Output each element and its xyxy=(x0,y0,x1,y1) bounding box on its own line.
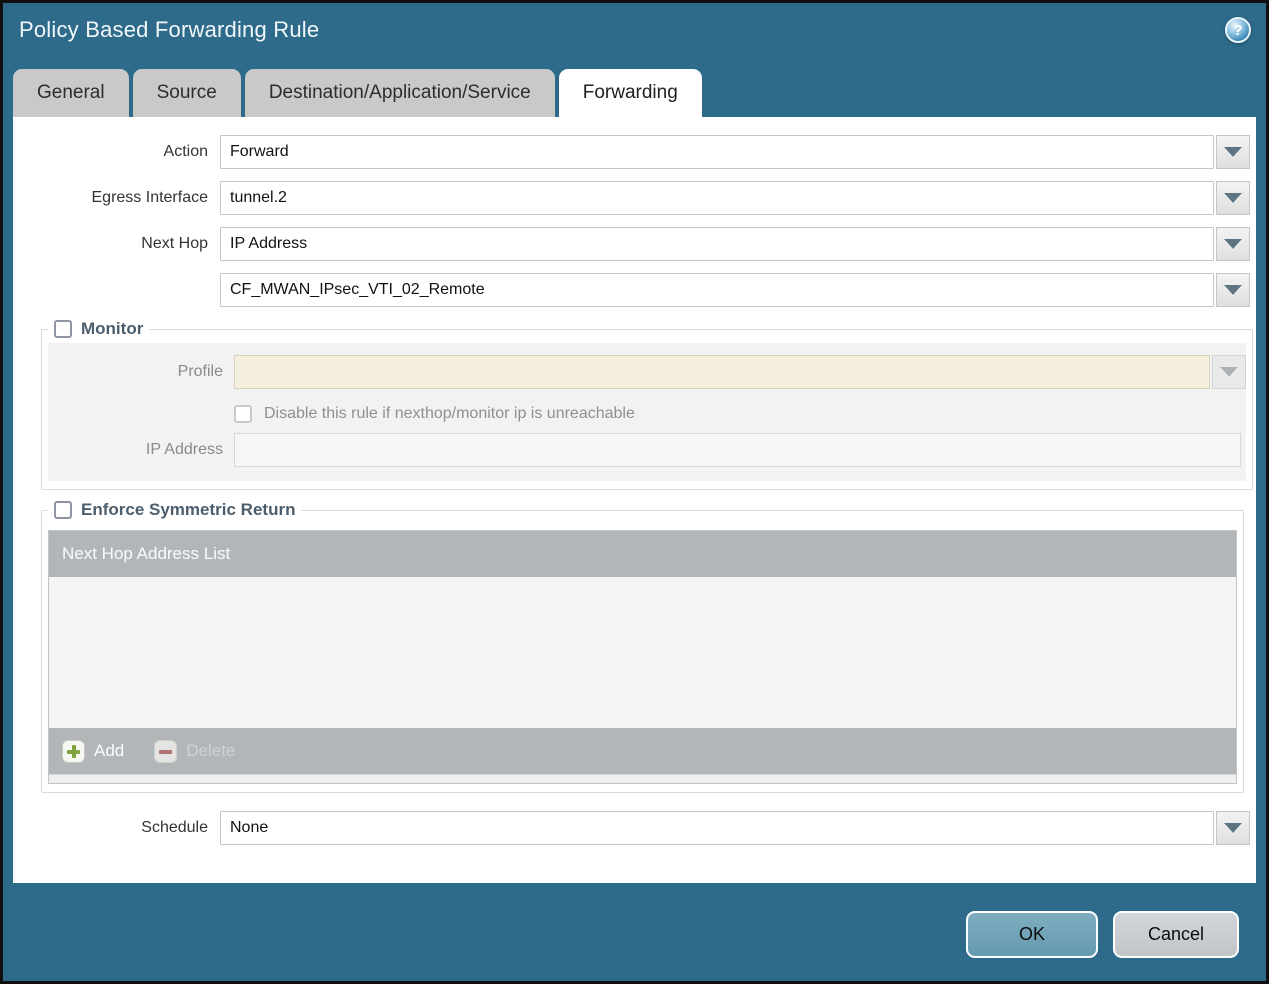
egress-interface-input[interactable] xyxy=(220,181,1214,215)
next-hop-label: Next Hop xyxy=(141,235,208,252)
disable-rule-label: Disable this rule if nexthop/monitor ip … xyxy=(264,405,635,422)
action-input[interactable] xyxy=(220,135,1214,169)
enforce-symmetric-return-fieldset: Enforce Symmetric Return Next Hop Addres… xyxy=(41,500,1244,793)
add-button[interactable]: Add xyxy=(62,739,125,763)
monitor-legend-label: Monitor xyxy=(81,319,144,338)
enforce-symmetric-return-checkbox[interactable] xyxy=(54,501,72,519)
ok-button[interactable]: OK xyxy=(966,911,1098,958)
chevron-down-icon xyxy=(1224,147,1242,157)
action-dropdown-button[interactable] xyxy=(1216,135,1250,169)
monitor-ip-address-input xyxy=(234,433,1241,467)
tab-forwarding[interactable]: Forwarding xyxy=(558,69,702,117)
cancel-button[interactable]: Cancel xyxy=(1113,911,1239,958)
delete-button-label: Delete xyxy=(186,741,236,760)
plus-icon xyxy=(62,739,85,763)
tab-source[interactable]: Source xyxy=(132,69,241,117)
egress-interface-label: Egress Interface xyxy=(91,189,209,206)
delete-button: Delete xyxy=(154,739,236,763)
help-icon[interactable]: ? xyxy=(1225,17,1251,43)
next-hop-row: Next Hop xyxy=(13,227,1256,261)
schedule-input[interactable] xyxy=(220,811,1214,845)
monitor-legend: Monitor xyxy=(48,319,149,339)
disable-rule-checkbox xyxy=(234,405,252,423)
disable-rule-row: Disable this rule if nexthop/monitor ip … xyxy=(234,405,1246,423)
dialog-footer: OK Cancel xyxy=(966,911,1239,958)
chevron-down-icon xyxy=(1224,285,1242,295)
tab-destination-application-service[interactable]: Destination/Application/Service xyxy=(244,69,555,117)
schedule-row: Schedule xyxy=(13,811,1256,845)
table-toolbar: Add Delete xyxy=(49,728,1236,774)
policy-based-forwarding-rule-dialog: Policy Based Forwarding Rule ? General S… xyxy=(0,0,1269,984)
enforce-symmetric-return-legend-label: Enforce Symmetric Return xyxy=(81,500,296,519)
minus-icon xyxy=(154,739,178,763)
schedule-dropdown-button[interactable] xyxy=(1216,811,1250,845)
chevron-down-icon xyxy=(1220,367,1238,377)
monitor-section-body: Profile Disable this rule if nexthop/mon… xyxy=(48,343,1246,481)
action-label: Action xyxy=(163,143,208,160)
next-hop-address-list-column-header[interactable]: Next Hop Address List xyxy=(49,531,1236,577)
next-hop-address-list-table: Next Hop Address List Add Delete xyxy=(48,530,1237,784)
table-bottom-strip xyxy=(49,774,1236,783)
next-hop-type-dropdown-button[interactable] xyxy=(1216,227,1250,261)
forwarding-tab-panel: Action Egress Interface Next Hop xyxy=(13,117,1256,883)
chevron-down-icon xyxy=(1224,193,1242,203)
monitor-ip-address-label: IP Address xyxy=(145,441,223,458)
schedule-label: Schedule xyxy=(141,819,208,836)
tab-bar: General Source Destination/Application/S… xyxy=(13,69,1266,117)
dialog-title: Policy Based Forwarding Rule xyxy=(19,17,320,42)
action-row: Action xyxy=(13,135,1256,169)
next-hop-type-input[interactable] xyxy=(220,227,1214,261)
egress-interface-dropdown-button[interactable] xyxy=(1216,181,1250,215)
enforce-symmetric-return-legend: Enforce Symmetric Return xyxy=(48,500,301,520)
profile-dropdown-button xyxy=(1212,355,1246,389)
chevron-down-icon xyxy=(1224,823,1242,833)
profile-label: Profile xyxy=(177,363,223,380)
next-hop-address-input[interactable] xyxy=(220,273,1214,307)
next-hop-address-row xyxy=(13,273,1256,307)
titlebar: Policy Based Forwarding Rule ? xyxy=(3,3,1266,69)
monitor-fieldset: Monitor Profile Disable this rule if nex… xyxy=(41,319,1253,490)
add-button-label: Add xyxy=(94,741,125,760)
egress-interface-row: Egress Interface xyxy=(13,181,1256,215)
next-hop-address-list-body[interactable] xyxy=(49,577,1236,728)
monitor-checkbox[interactable] xyxy=(54,320,72,338)
tab-general[interactable]: General xyxy=(13,69,129,117)
chevron-down-icon xyxy=(1224,239,1242,249)
next-hop-address-dropdown-button[interactable] xyxy=(1216,273,1250,307)
profile-input xyxy=(234,355,1210,389)
